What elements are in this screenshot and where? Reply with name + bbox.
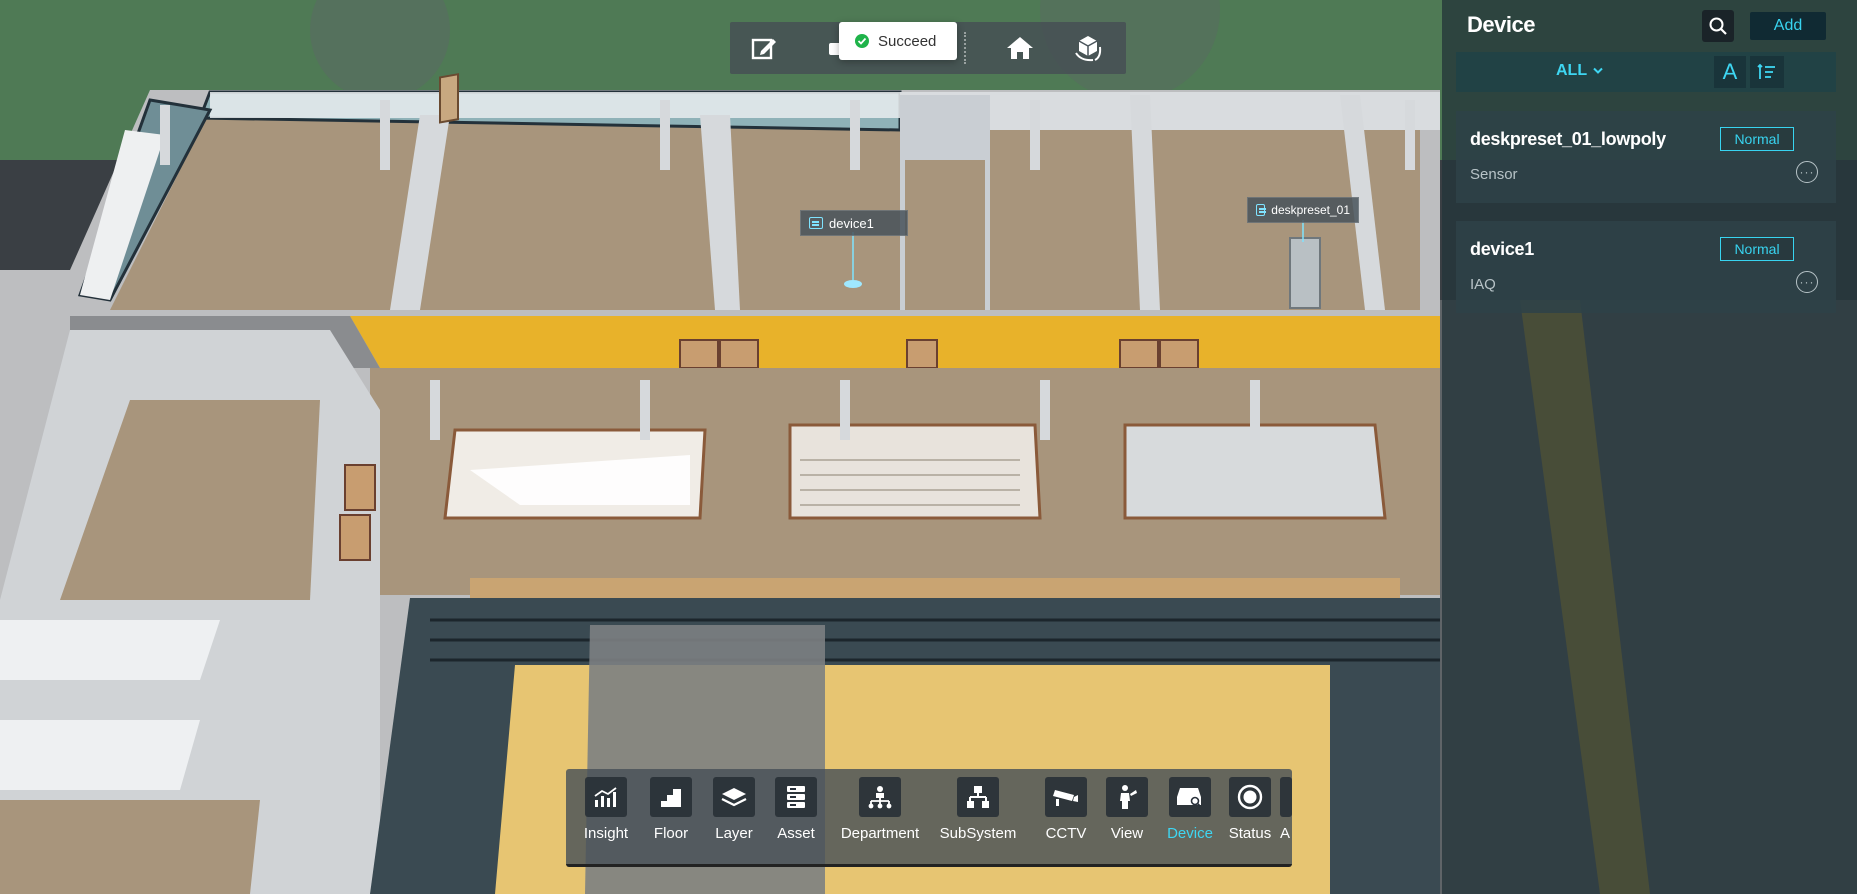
dock-label: Asset <box>777 825 815 842</box>
category-filter-dropdown[interactable]: ALL <box>1556 62 1603 80</box>
dock-item-view[interactable]: View <box>1102 777 1152 861</box>
sort-order-button[interactable] <box>1750 56 1784 88</box>
dock-item-device[interactable]: Device <box>1158 777 1222 861</box>
dock-item-status[interactable]: Status <box>1222 777 1278 861</box>
dock-label: CCTV <box>1045 825 1087 842</box>
dock-label: Insight <box>583 825 629 842</box>
toast-text: Succeed <box>878 32 937 50</box>
dock-item-subsystem[interactable]: SubSystem <box>930 777 1026 861</box>
dock-label: Layer <box>715 825 753 842</box>
device-type: IAQ <box>1470 276 1496 293</box>
home-icon <box>1007 37 1033 59</box>
edit-icon <box>751 38 776 60</box>
sort-list-icon <box>1757 63 1775 79</box>
dock-label: SubSystem <box>939 825 1017 842</box>
device-type: Sensor <box>1470 166 1518 183</box>
device-tag-device1[interactable]: device1 <box>800 210 908 236</box>
sort-alpha-button[interactable]: A <box>1714 56 1746 88</box>
device-tag-icon <box>1256 204 1267 216</box>
filter-label: ALL <box>1556 62 1588 79</box>
dock-label: View <box>1110 825 1144 842</box>
dock-label: Device <box>1167 825 1213 842</box>
status-badge: Normal <box>1720 127 1794 151</box>
more-icon <box>1280 777 1292 817</box>
cube-rotate-icon <box>1075 36 1102 62</box>
rotate-view-button[interactable] <box>1070 30 1106 66</box>
dock-item-more[interactable]: A <box>1280 777 1292 861</box>
device-tag-icon <box>809 217 823 229</box>
dock-label: A <box>1280 825 1291 842</box>
status-icon <box>1229 777 1271 817</box>
device-name: deskpreset_01_lowpoly <box>1470 129 1666 149</box>
device-tag-deskpreset[interactable]: deskpreset_01 <box>1247 197 1359 223</box>
dock-label: Status <box>1228 825 1272 842</box>
dock-item-floor[interactable]: Floor <box>644 777 698 861</box>
chevron-down-icon <box>1593 67 1603 74</box>
check-circle-icon <box>855 34 869 48</box>
org-icon <box>859 777 901 817</box>
success-toast: Succeed <box>839 22 957 60</box>
asset-icon <box>775 777 817 817</box>
home-button[interactable] <box>1002 30 1038 66</box>
device-name: device1 <box>1470 239 1534 259</box>
filter-bar: ALL A <box>1456 52 1836 92</box>
more-options-icon[interactable]: ··· <box>1796 161 1818 183</box>
camera-icon <box>1045 777 1087 817</box>
bottom-dock: Insight Floor Layer Asset Department Sub… <box>566 769 1292 867</box>
dock-label: Department <box>840 825 920 842</box>
device-panel: Device Add ALL A deskpreset_01_lowpoly S… <box>1442 0 1857 894</box>
device-tag-label: deskpreset_01 <box>1271 203 1350 217</box>
status-badge: Normal <box>1720 237 1794 261</box>
dock-label: Floor <box>653 825 689 842</box>
dock-item-asset[interactable]: Asset <box>768 777 824 861</box>
edit-button[interactable] <box>746 30 782 66</box>
dock-item-insight[interactable]: Insight <box>576 777 636 861</box>
dock-item-department[interactable]: Department <box>830 777 930 861</box>
device-tag-label: device1 <box>829 215 874 231</box>
dock-item-layer[interactable]: Layer <box>706 777 762 861</box>
person-icon <box>1106 777 1148 817</box>
toolbar-divider <box>964 32 966 64</box>
search-button[interactable] <box>1702 10 1734 42</box>
device-card[interactable]: device1 IAQ Normal ··· <box>1456 221 1836 313</box>
add-device-button[interactable]: Add <box>1750 12 1826 40</box>
stairs-icon <box>650 777 692 817</box>
dock-item-cctv[interactable]: CCTV <box>1036 777 1096 861</box>
more-options-icon[interactable]: ··· <box>1796 271 1818 293</box>
device-icon <box>1169 777 1211 817</box>
device-card[interactable]: deskpreset_01_lowpoly Sensor Normal ··· <box>1456 111 1836 203</box>
search-icon <box>1709 17 1727 35</box>
subsystem-icon <box>957 777 999 817</box>
layers-icon <box>713 777 755 817</box>
panel-title: Device <box>1467 12 1535 37</box>
chart-icon <box>585 777 627 817</box>
